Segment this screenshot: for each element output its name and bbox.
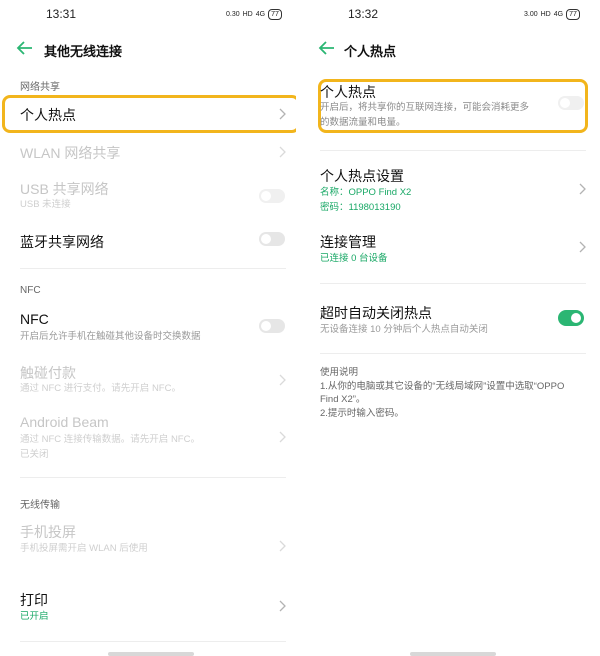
battery-icon: 77	[566, 9, 580, 20]
android-beam-status: 已关闭	[20, 449, 49, 460]
divider	[320, 150, 586, 151]
hotspot-item-label[interactable]: 个人热点	[20, 105, 76, 125]
auto-off-sub: 无设备连接 10 分钟后个人热点自动关闭	[320, 324, 488, 335]
section-network-share: 网络共享	[20, 82, 60, 93]
tap-pay-sub: 通过 NFC 进行支付。请先开启 NFC。	[20, 383, 181, 394]
chevron-right-icon	[279, 600, 286, 612]
screen-cast-sub: 手机投屏需开启 WLAN 后使用	[20, 543, 148, 554]
usb-share-sub: USB 未连接	[20, 199, 71, 210]
status-bar-icons: 3.00 HD 4G 77	[524, 9, 580, 20]
section-nfc: NFC	[20, 285, 41, 296]
left-screen: 13:31 0.30 HD 4G 77 其他无线连接 网络共享 个人热点 WLA…	[0, 0, 296, 656]
back-arrow-icon[interactable]	[16, 40, 34, 56]
chevron-right-icon	[279, 540, 286, 552]
section-wireless: 无线传输	[20, 500, 60, 511]
chevron-right-icon	[279, 146, 286, 158]
status-time: 13:32	[348, 7, 379, 21]
bluetooth-share-toggle[interactable]	[259, 232, 285, 246]
usb-share-label[interactable]: USB 共享网络	[20, 179, 109, 199]
divider	[320, 283, 586, 284]
android-beam-sub: 通过 NFC 连接传输数据。请先开启 NFC。	[20, 434, 200, 445]
nfc-toggle[interactable]	[259, 319, 285, 333]
page-title: 个人热点	[344, 44, 397, 59]
page-title: 其他无线连接	[44, 44, 123, 59]
chevron-right-icon	[579, 183, 586, 195]
right-screen: 13:32 3.00 HD 4G 77 个人热点 个人热点 开启后，将共享你的互…	[304, 0, 600, 656]
signal-label: 4G	[255, 11, 266, 18]
divider	[20, 641, 286, 642]
wlan-share-label[interactable]: WLAN 网络共享	[20, 143, 120, 163]
home-indicator[interactable]	[410, 652, 496, 656]
divider	[320, 353, 586, 354]
chevron-right-icon	[279, 108, 286, 120]
home-indicator[interactable]	[108, 652, 194, 656]
usage-line-2: Find X2”。	[320, 394, 366, 405]
signal-label: 4G	[553, 11, 564, 18]
android-beam-label[interactable]: Android Beam	[20, 414, 109, 430]
auto-off-toggle[interactable]	[558, 310, 584, 326]
chevron-right-icon	[279, 374, 286, 386]
print-status: 已开启	[20, 611, 49, 622]
back-arrow-icon[interactable]	[318, 40, 336, 56]
usage-line-1: 1.从你的电脑或其它设备的“无线局域网”设置中选取“OPPO	[320, 381, 565, 392]
usb-share-toggle[interactable]	[259, 189, 285, 203]
hotspot-toggle-label[interactable]: 个人热点	[320, 82, 376, 102]
bluetooth-share-label[interactable]: 蓝牙共享网络	[20, 232, 104, 252]
status-bar-icons: 0.30 HD 4G 77	[226, 9, 282, 20]
hotspot-password: 密码：1198013190	[320, 202, 401, 213]
chevron-right-icon	[579, 241, 586, 253]
hd-icon: HD	[242, 11, 253, 18]
connected-devices-count: 已连接 0 台设备	[320, 253, 388, 264]
hotspot-settings-label[interactable]: 个人热点设置	[320, 166, 404, 186]
tap-pay-label[interactable]: 触碰付款	[20, 363, 76, 383]
status-time: 13:31	[46, 7, 77, 21]
hotspot-toggle[interactable]	[558, 96, 584, 110]
screen-cast-label[interactable]: 手机投屏	[20, 522, 76, 542]
auto-off-label[interactable]: 超时自动关闭热点	[320, 303, 432, 323]
print-label[interactable]: 打印	[20, 590, 48, 610]
battery-icon: 77	[268, 9, 282, 20]
hotspot-desc-line1: 开启后，将共享你的互联网连接，可能会消耗更多	[320, 102, 530, 113]
connection-management-label[interactable]: 连接管理	[320, 232, 376, 252]
hd-icon: HD	[540, 11, 551, 18]
hotspot-name: 名称：OPPO Find X2	[320, 187, 412, 198]
usage-line-3: 2.提示时输入密码。	[320, 408, 404, 419]
nfc-label[interactable]: NFC	[20, 311, 49, 327]
chevron-right-icon	[279, 431, 286, 443]
nfc-sub: 开启后允许手机在触碰其他设备时交换数据	[20, 331, 201, 342]
divider	[20, 477, 286, 478]
divider	[20, 268, 286, 269]
network-speed: 0.30	[226, 11, 240, 18]
hotspot-desc-line2: 的数据流量和电量。	[320, 117, 406, 128]
network-speed: 3.00	[524, 11, 538, 18]
usage-title: 使用说明	[320, 367, 359, 378]
